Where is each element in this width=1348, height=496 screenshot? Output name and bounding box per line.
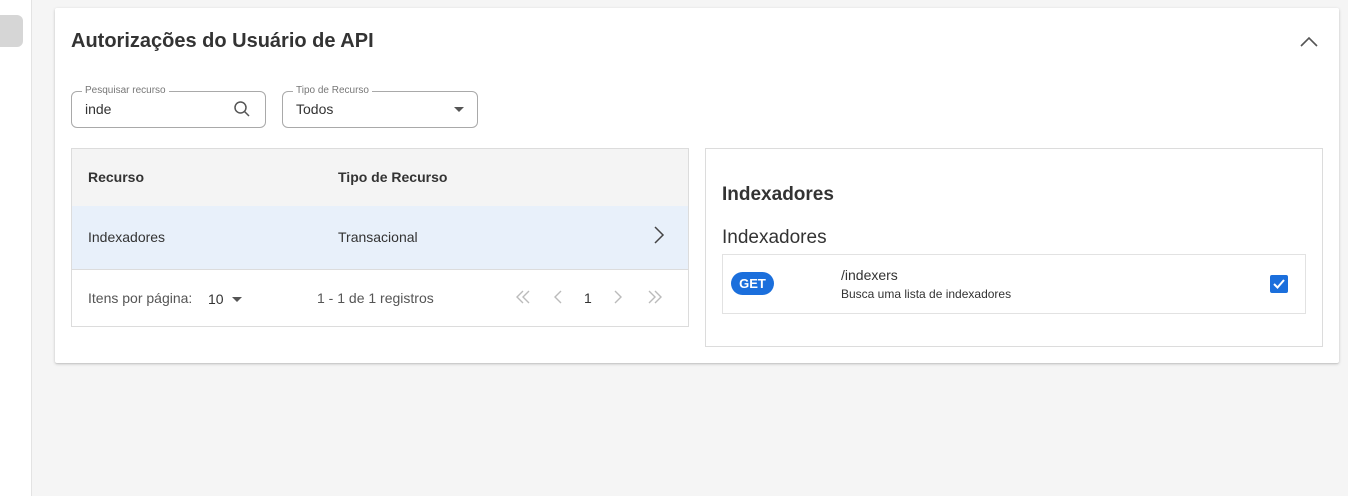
cell-resource: Indexadores [88,229,166,245]
resource-detail-panel: Indexadores Indexadores GET /indexers Bu… [705,148,1323,347]
endpoint-description: Busca uma lista de indexadores [841,287,1012,301]
endpoint-item: GET /indexers Busca uma lista de indexad… [722,254,1306,314]
collapse-button[interactable] [1295,28,1323,56]
previous-page-icon[interactable] [551,289,565,305]
card-title: Autorizações do Usuário de API [71,30,374,52]
column-header-resource-type[interactable]: Tipo de Recurso [338,169,447,185]
chevron-up-icon [1300,36,1318,47]
search-icon[interactable] [233,100,251,118]
resource-type-value: Todos [296,101,334,117]
table-header: Recurso Tipo de Recurso [72,149,688,207]
current-page-number: 1 [584,290,592,306]
column-header-resource[interactable]: Recurso [88,169,144,185]
last-page-icon[interactable] [646,289,664,305]
endpoint-permission-checkbox[interactable] [1270,275,1288,293]
search-resource-label: Pesquisar recurso [82,85,169,97]
page-size-select[interactable]: 10 [208,291,224,307]
next-page-icon[interactable] [611,289,625,305]
sidebar-toggle-tab[interactable] [0,15,23,47]
left-rail [0,0,32,496]
table-row[interactable]: Indexadores Transacional [72,206,688,270]
first-page-icon[interactable] [514,289,532,305]
check-icon [1273,279,1285,289]
api-user-authorizations-card: Autorizações do Usuário de API Pesquisar… [55,8,1339,363]
search-resource-field[interactable]: Pesquisar recurso inde [71,85,266,128]
chevron-right-icon[interactable] [651,225,667,245]
detail-title: Indexadores [722,184,834,205]
resource-type-select[interactable]: Tipo de Recurso Todos [282,85,478,128]
endpoint-path: /indexers [841,267,898,283]
paginator: Itens por página: 10 1 - 1 de 1 registro… [72,270,688,326]
items-per-page-label: Itens por página: [88,290,193,306]
cell-resource-type: Transacional [338,229,418,245]
range-label: 1 - 1 de 1 registros [317,290,434,306]
dropdown-caret-icon [454,107,464,112]
resources-table: Recurso Tipo de Recurso Indexadores Tran… [71,148,689,327]
search-resource-input[interactable]: inde [85,101,111,117]
page-size-caret-icon[interactable] [232,297,242,302]
http-method-badge: GET [731,272,774,295]
detail-subtitle: Indexadores [722,227,827,248]
resource-type-label: Tipo de Recurso [293,85,372,97]
